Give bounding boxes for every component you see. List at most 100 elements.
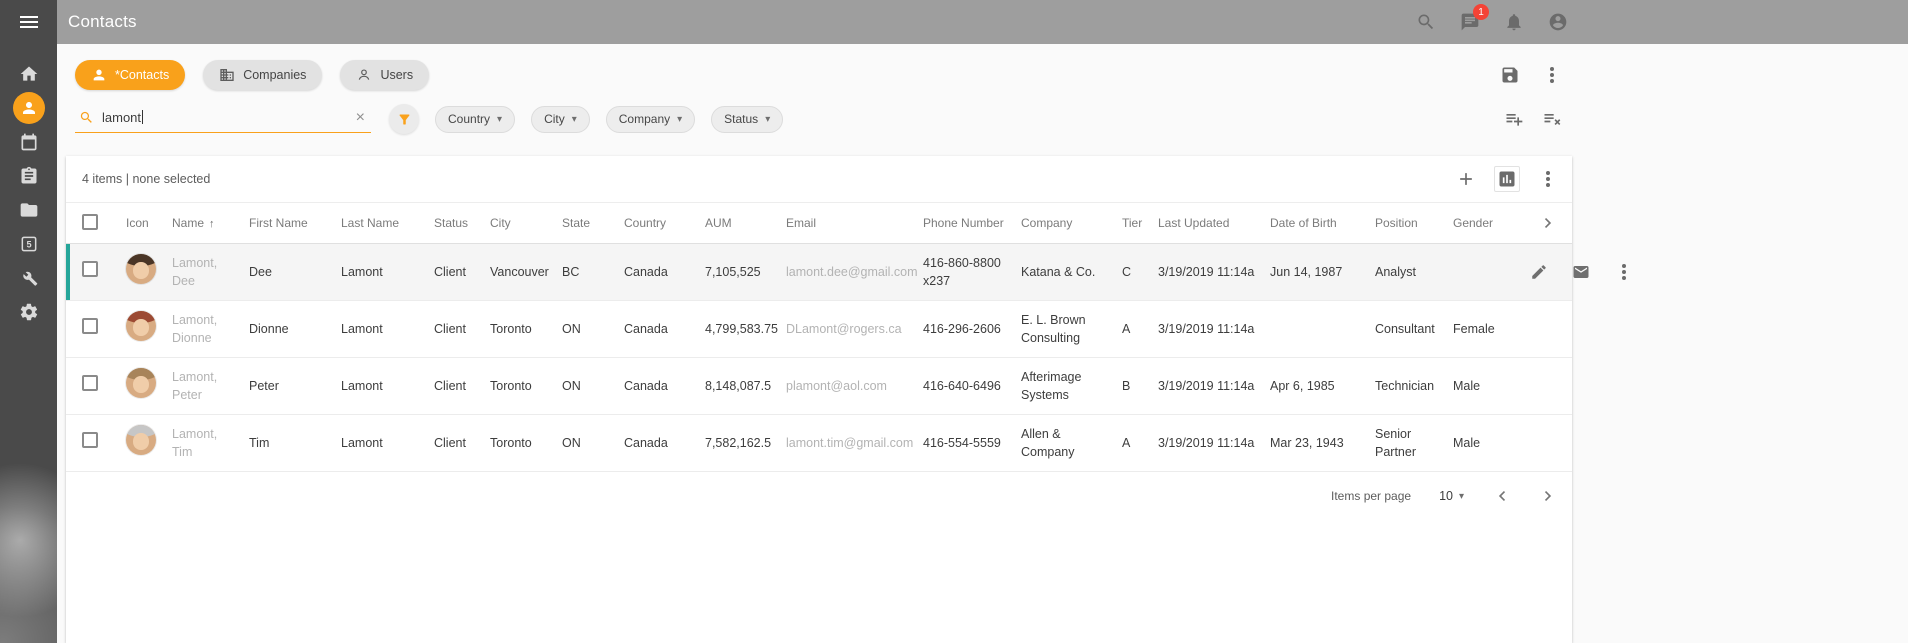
column-header-tier[interactable]: Tier — [1122, 216, 1158, 230]
view-tabs: *Contacts Companies Users — [57, 44, 1572, 90]
folder-icon — [19, 200, 39, 220]
cell-country: Canada — [624, 257, 705, 287]
cell-name: Lamont, Tim — [172, 419, 249, 467]
sidebar-item-home[interactable] — [0, 57, 57, 91]
cell-name: Lamont, Dee — [172, 248, 249, 296]
column-header-last-updated[interactable]: Last Updated — [1158, 216, 1270, 230]
tab-companies[interactable]: Companies — [203, 60, 322, 90]
cell-last-updated: 3/19/2019 11:14a — [1158, 371, 1270, 401]
filter-chip-status[interactable]: Status ▾ — [711, 106, 783, 133]
sidebar-item-files[interactable] — [0, 193, 57, 227]
cell-gender: Male — [1453, 371, 1530, 401]
account-icon[interactable] — [1548, 12, 1568, 32]
sidebar-item-five[interactable]: 5 — [0, 227, 57, 261]
column-header-company[interactable]: Company — [1021, 216, 1122, 230]
remove-from-list-button[interactable] — [1542, 109, 1562, 129]
save-view-button[interactable] — [1500, 65, 1520, 85]
tabs-overflow-menu-icon[interactable] — [1550, 73, 1554, 77]
topbar-icons: 1 — [1416, 0, 1568, 44]
cell-position: Technician — [1375, 371, 1453, 401]
row-checkbox[interactable] — [82, 261, 98, 277]
row-checkbox[interactable] — [82, 318, 98, 334]
row-checkbox[interactable] — [82, 432, 98, 448]
column-header-icon[interactable]: Icon — [126, 216, 172, 230]
column-header-phone[interactable]: Phone Number — [923, 216, 1021, 230]
tab-label: *Contacts — [115, 68, 169, 82]
cell-phone: 416-554-5559 — [923, 428, 1021, 458]
column-header-aum[interactable]: AUM — [705, 216, 786, 230]
clipboard-icon — [19, 166, 39, 186]
row-checkbox[interactable] — [82, 375, 98, 391]
row-lamont-dee[interactable]: Lamont, Dee Dee Lamont Client Vancouver … — [66, 244, 1572, 301]
cell-last-name: Lamont — [341, 314, 434, 344]
list-overflow-menu-icon[interactable] — [1546, 177, 1550, 181]
next-page-button[interactable] — [1538, 486, 1558, 506]
sidebar-item-tools[interactable] — [0, 261, 57, 295]
cell-company: Allen & Company — [1021, 419, 1122, 467]
funnel-icon — [397, 112, 412, 127]
row-lamont-tim[interactable]: Lamont, Tim Tim Lamont Client Toronto ON… — [66, 415, 1572, 472]
cell-state: BC — [562, 257, 624, 287]
sidebar: 5 — [0, 0, 57, 643]
row-lamont-peter[interactable]: Lamont, Peter Peter Lamont Client Toront… — [66, 358, 1572, 415]
cell-name: Lamont, Dionne — [172, 305, 249, 353]
column-header-dob[interactable]: Date of Birth — [1270, 216, 1375, 230]
sidebar-item-calendar[interactable] — [0, 125, 57, 159]
search-input[interactable]: lamont × — [75, 106, 371, 133]
add-to-list-button[interactable] — [1504, 109, 1524, 129]
page-size-select[interactable]: 10 ▾ — [1439, 489, 1464, 503]
column-header-email[interactable]: Email — [786, 216, 923, 230]
filter-chip-company[interactable]: Company ▾ — [606, 106, 695, 133]
sidebar-item-contacts[interactable] — [0, 91, 57, 125]
chevron-down-icon: ▾ — [765, 114, 770, 125]
cell-country: Canada — [624, 314, 705, 344]
tab-users[interactable]: Users — [340, 60, 429, 90]
items-per-page-label: Items per page — [1331, 489, 1411, 503]
row-lamont-dionne[interactable]: Lamont, Dionne Dionne Lamont Client Toro… — [66, 301, 1572, 358]
edit-contact-button[interactable] — [1530, 263, 1548, 281]
filter-chip-city[interactable]: City ▾ — [531, 106, 590, 133]
column-header-position[interactable]: Position — [1375, 216, 1453, 230]
column-header-state[interactable]: State — [562, 216, 624, 230]
email-contact-button[interactable] — [1572, 263, 1590, 281]
select-all-checkbox[interactable] — [82, 214, 98, 230]
cell-aum: 7,582,162.5 — [705, 428, 786, 458]
column-header-first-name[interactable]: First Name — [249, 216, 341, 230]
cell-company: E. L. Brown Consulting — [1021, 305, 1122, 353]
add-contact-button[interactable] — [1456, 169, 1476, 189]
main-area: *Contacts Companies Users lamont × — [57, 44, 1908, 643]
sidebar-item-settings[interactable] — [0, 295, 57, 329]
previous-page-button[interactable] — [1492, 486, 1512, 506]
scroll-columns-right-icon[interactable] — [1538, 213, 1558, 233]
tab-contacts[interactable]: *Contacts — [75, 60, 185, 90]
column-header-name[interactable]: Name↑ — [172, 216, 249, 230]
cell-aum: 8,148,087.5 — [705, 371, 786, 401]
sidebar-item-tasks[interactable] — [0, 159, 57, 193]
envelope-icon — [1572, 263, 1590, 281]
chart-view-button[interactable] — [1494, 166, 1520, 192]
filter-button[interactable] — [389, 104, 419, 134]
filter-chip-country[interactable]: Country ▾ — [435, 106, 515, 133]
clear-search-icon[interactable]: × — [352, 110, 369, 126]
cell-dob: Apr 6, 1985 — [1270, 371, 1375, 401]
cell-email: plamont@aol.com — [786, 371, 923, 401]
notifications-icon[interactable] — [1504, 12, 1524, 32]
plus-icon — [1456, 169, 1476, 189]
column-header-gender[interactable]: Gender — [1453, 216, 1530, 230]
column-header-city[interactable]: City — [490, 216, 562, 230]
cell-country: Canada — [624, 371, 705, 401]
messages-icon[interactable]: 1 — [1460, 12, 1480, 32]
menu-icon[interactable] — [0, 0, 57, 44]
avatar — [126, 254, 156, 284]
cell-first-name: Dionne — [249, 314, 341, 344]
column-header-status[interactable]: Status — [434, 216, 490, 230]
row-overflow-menu-icon[interactable] — [1622, 270, 1626, 274]
save-icon — [1500, 65, 1520, 85]
page-title: Contacts — [68, 12, 137, 32]
column-header-last-name[interactable]: Last Name — [341, 216, 434, 230]
cell-tier: A — [1122, 428, 1158, 458]
filter-chips: Country ▾ City ▾ Company ▾ Status ▾ — [435, 106, 783, 133]
sort-asc-icon: ↑ — [209, 218, 215, 230]
column-header-country[interactable]: Country — [624, 216, 705, 230]
search-icon[interactable] — [1416, 12, 1436, 32]
